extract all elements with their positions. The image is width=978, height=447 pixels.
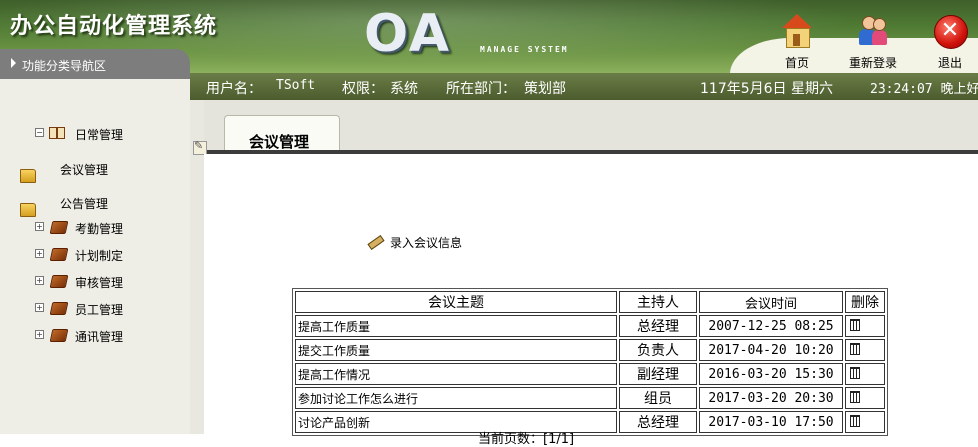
cell-host: 总经理 (619, 411, 697, 433)
close-icon: ✕ (933, 14, 968, 49)
sidebar-item-label: 考勤管理 (75, 222, 124, 236)
cell-delete (845, 315, 885, 337)
cell-host: 组员 (619, 387, 697, 409)
cell-host: 总经理 (619, 315, 697, 337)
home-button[interactable]: 首页 (762, 14, 832, 71)
sidebar-item-meeting[interactable]: 会议管理 (20, 159, 150, 183)
cell-host: 副经理 (619, 363, 697, 385)
table-row: 提高工作情况 副经理 2016-03-20 15:30 (295, 363, 885, 385)
sidebar-item-plan[interactable]: + 计划制定 (35, 247, 165, 263)
logo-subtitle: MANAGE SYSTEM (480, 45, 569, 54)
cell-time: 2007-12-25 08:25 (699, 315, 843, 337)
cell-topic: 提高工作情况 (295, 363, 617, 385)
department-value: 策划部 (524, 81, 566, 97)
pen-icon (366, 233, 384, 249)
cell-delete (845, 339, 885, 361)
col-delete: 删除 (845, 291, 885, 313)
edit-icon (193, 139, 207, 155)
trash-icon[interactable] (850, 318, 860, 331)
permission-value: 系统 (390, 81, 418, 97)
book-icon (49, 329, 69, 342)
expand-icon[interactable]: + (35, 276, 44, 285)
cell-time: 2017-03-10 17:50 (699, 411, 843, 433)
expand-icon[interactable]: + (35, 249, 44, 258)
sidebar-item-attendance[interactable]: + 考勤管理 (35, 220, 165, 236)
current-date: 117年5月6日 星期六 (700, 81, 833, 97)
col-time: 会议时间 (699, 291, 843, 313)
sidebar-item-label: 通讯管理 (75, 330, 124, 344)
current-time: 23:24:07 晚上好 (870, 82, 978, 97)
collapse-icon[interactable]: − (35, 128, 44, 137)
user-value: TSoft (276, 78, 316, 93)
table-row: 参加讨论工作怎么进行 组员 2017-03-20 20:30 (295, 387, 885, 409)
trash-icon[interactable] (850, 414, 860, 427)
sidebar-item-label: 计划制定 (75, 249, 124, 263)
cell-time: 2016-03-20 15:30 (699, 363, 843, 385)
meeting-table-body: 提高工作质量 总经理 2007-12-25 08:25 提交工作质量 负责人 2017-0… (295, 315, 885, 433)
folder-icon (20, 203, 36, 217)
triangle-right-icon (11, 58, 16, 68)
sidebar: − 日常管理 会议管理 公告管理 + 考勤管理 + 计划制定 + 审核管理 + … (0, 79, 190, 434)
sidebar-item-review[interactable]: + 审核管理 (35, 274, 165, 290)
book-icon (49, 248, 69, 261)
table-row: 讨论产品创新 总经理 2017-03-10 17:50 (295, 411, 885, 433)
book-icon (49, 302, 69, 315)
col-topic: 会议主题 (295, 291, 617, 313)
exit-button[interactable]: ✕ 退出 (915, 14, 978, 71)
book-icon (49, 275, 69, 288)
cell-topic: 提交工作质量 (295, 339, 617, 361)
sidebar-item-label: 公告管理 (60, 197, 109, 211)
sidebar-item-staff[interactable]: + 员工管理 (35, 301, 165, 317)
cell-delete (845, 411, 885, 433)
relogin-button[interactable]: 重新登录 (838, 14, 908, 71)
oa-logo: OA (364, 4, 452, 64)
tab-label: 会议管理 (249, 133, 310, 151)
cell-topic: 提高工作质量 (295, 315, 617, 337)
sidebar-item-label: 员工管理 (75, 303, 124, 317)
table-header-row: 会议主题 主持人 会议时间 删除 (295, 291, 885, 313)
trash-icon[interactable] (850, 342, 860, 355)
trash-icon[interactable] (850, 366, 860, 379)
cell-delete (845, 363, 885, 385)
open-book-icon (49, 126, 65, 139)
add-meeting-label: 录入会议信息 (390, 236, 463, 250)
sidebar-item-label: 审核管理 (75, 276, 124, 290)
expand-icon[interactable]: + (35, 222, 44, 231)
sidebar-item-notice[interactable]: 公告管理 (20, 193, 150, 217)
cell-delete (845, 387, 885, 409)
sidebar-item-contact[interactable]: + 通讯管理 (35, 328, 165, 344)
permission-label: 权限： (342, 81, 384, 97)
user-label: 用户名： (206, 81, 262, 97)
user-info-bar: 用户名： TSoft 权限： 系统 所在部门： 策划部 117年5月6日 星期六… (190, 73, 978, 100)
home-label: 首页 (784, 56, 809, 70)
col-host: 主持人 (619, 291, 697, 313)
table-row: 提高工作质量 总经理 2007-12-25 08:25 (295, 315, 885, 337)
trash-icon[interactable] (850, 390, 860, 403)
cell-time: 2017-03-20 20:30 (699, 387, 843, 409)
cell-topic: 参加讨论工作怎么进行 (295, 387, 617, 409)
expand-icon[interactable]: + (35, 303, 44, 312)
system-title: 办公自动化管理系统 (10, 14, 218, 39)
table-row: 提交工作质量 负责人 2017-04-20 10:20 (295, 339, 885, 361)
sidebar-item-daily[interactable]: − 日常管理 (35, 126, 165, 142)
folder-icon (20, 169, 36, 183)
department-label: 所在部门： (446, 81, 516, 97)
expand-icon[interactable]: + (35, 330, 44, 339)
book-icon (49, 221, 69, 234)
pager: 当前页数：[1/1] (478, 432, 575, 447)
sidebar-item-label: 会议管理 (60, 163, 109, 177)
cell-host: 负责人 (619, 339, 697, 361)
cell-time: 2017-04-20 10:20 (699, 339, 843, 361)
tab-meeting-management[interactable]: 会议管理 (224, 115, 340, 153)
house-icon (780, 14, 814, 48)
relogin-label: 重新登录 (848, 56, 897, 70)
nav-header: 功能分类导航区 (0, 49, 190, 79)
sidebar-item-label: 日常管理 (75, 128, 124, 142)
users-icon (856, 14, 890, 48)
nav-title: 功能分类导航区 (22, 59, 107, 73)
meeting-table: 会议主题 主持人 会议时间 删除 提高工作质量 总经理 2007-12-25 08:… (292, 288, 888, 436)
exit-label: 退出 (937, 56, 962, 70)
